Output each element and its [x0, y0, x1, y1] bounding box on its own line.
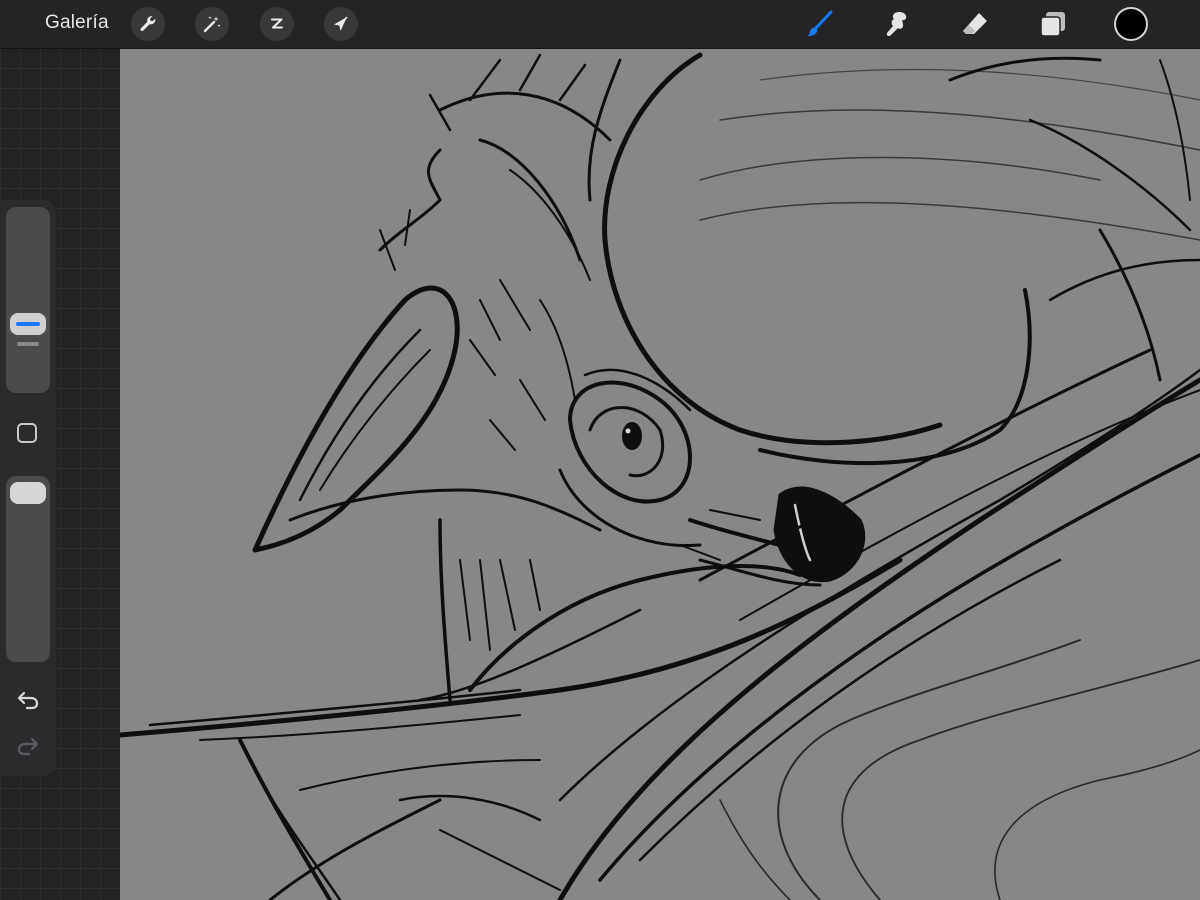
brush-size-secondary-mark	[17, 342, 39, 346]
smudge-icon	[886, 12, 907, 37]
modify-button[interactable]	[17, 423, 37, 443]
gallery-button[interactable]: Galería	[45, 12, 109, 34]
redo-button[interactable]	[14, 734, 42, 758]
arrow-cursor-icon	[334, 16, 348, 31]
left-sidebar	[0, 200, 56, 776]
brush-size-thumb[interactable]	[10, 313, 46, 335]
paint-tool-button[interactable]	[801, 6, 837, 42]
color-picker-button[interactable]	[1114, 7, 1148, 41]
eraser-icon	[963, 13, 987, 34]
smudge-tool-button[interactable]	[879, 6, 915, 42]
brush-icon	[807, 10, 833, 37]
undo-arrow-icon	[17, 691, 39, 710]
brush-size-indicator	[16, 322, 40, 326]
procreate-app: Galería	[0, 0, 1200, 900]
layers-icon	[1040, 12, 1065, 37]
bird-sketch	[120, 52, 1200, 900]
transform-button[interactable]	[324, 7, 358, 41]
magic-wand-icon	[203, 16, 221, 33]
top-toolbar: Galería	[0, 0, 1200, 49]
brush-size-slider[interactable]	[6, 207, 50, 393]
eraser-tool-button[interactable]	[957, 6, 993, 42]
selection-button[interactable]	[260, 7, 294, 41]
selection-s-icon	[270, 18, 284, 29]
actions-button[interactable]	[131, 7, 165, 41]
opacity-slider[interactable]	[6, 476, 50, 662]
redo-arrow-icon	[17, 737, 39, 756]
drawing-canvas[interactable]	[120, 48, 1200, 900]
layers-button[interactable]	[1035, 6, 1071, 42]
adjustments-button[interactable]	[195, 7, 229, 41]
opacity-thumb[interactable]	[10, 482, 46, 504]
undo-button[interactable]	[14, 688, 42, 712]
wrench-icon	[140, 16, 156, 31]
